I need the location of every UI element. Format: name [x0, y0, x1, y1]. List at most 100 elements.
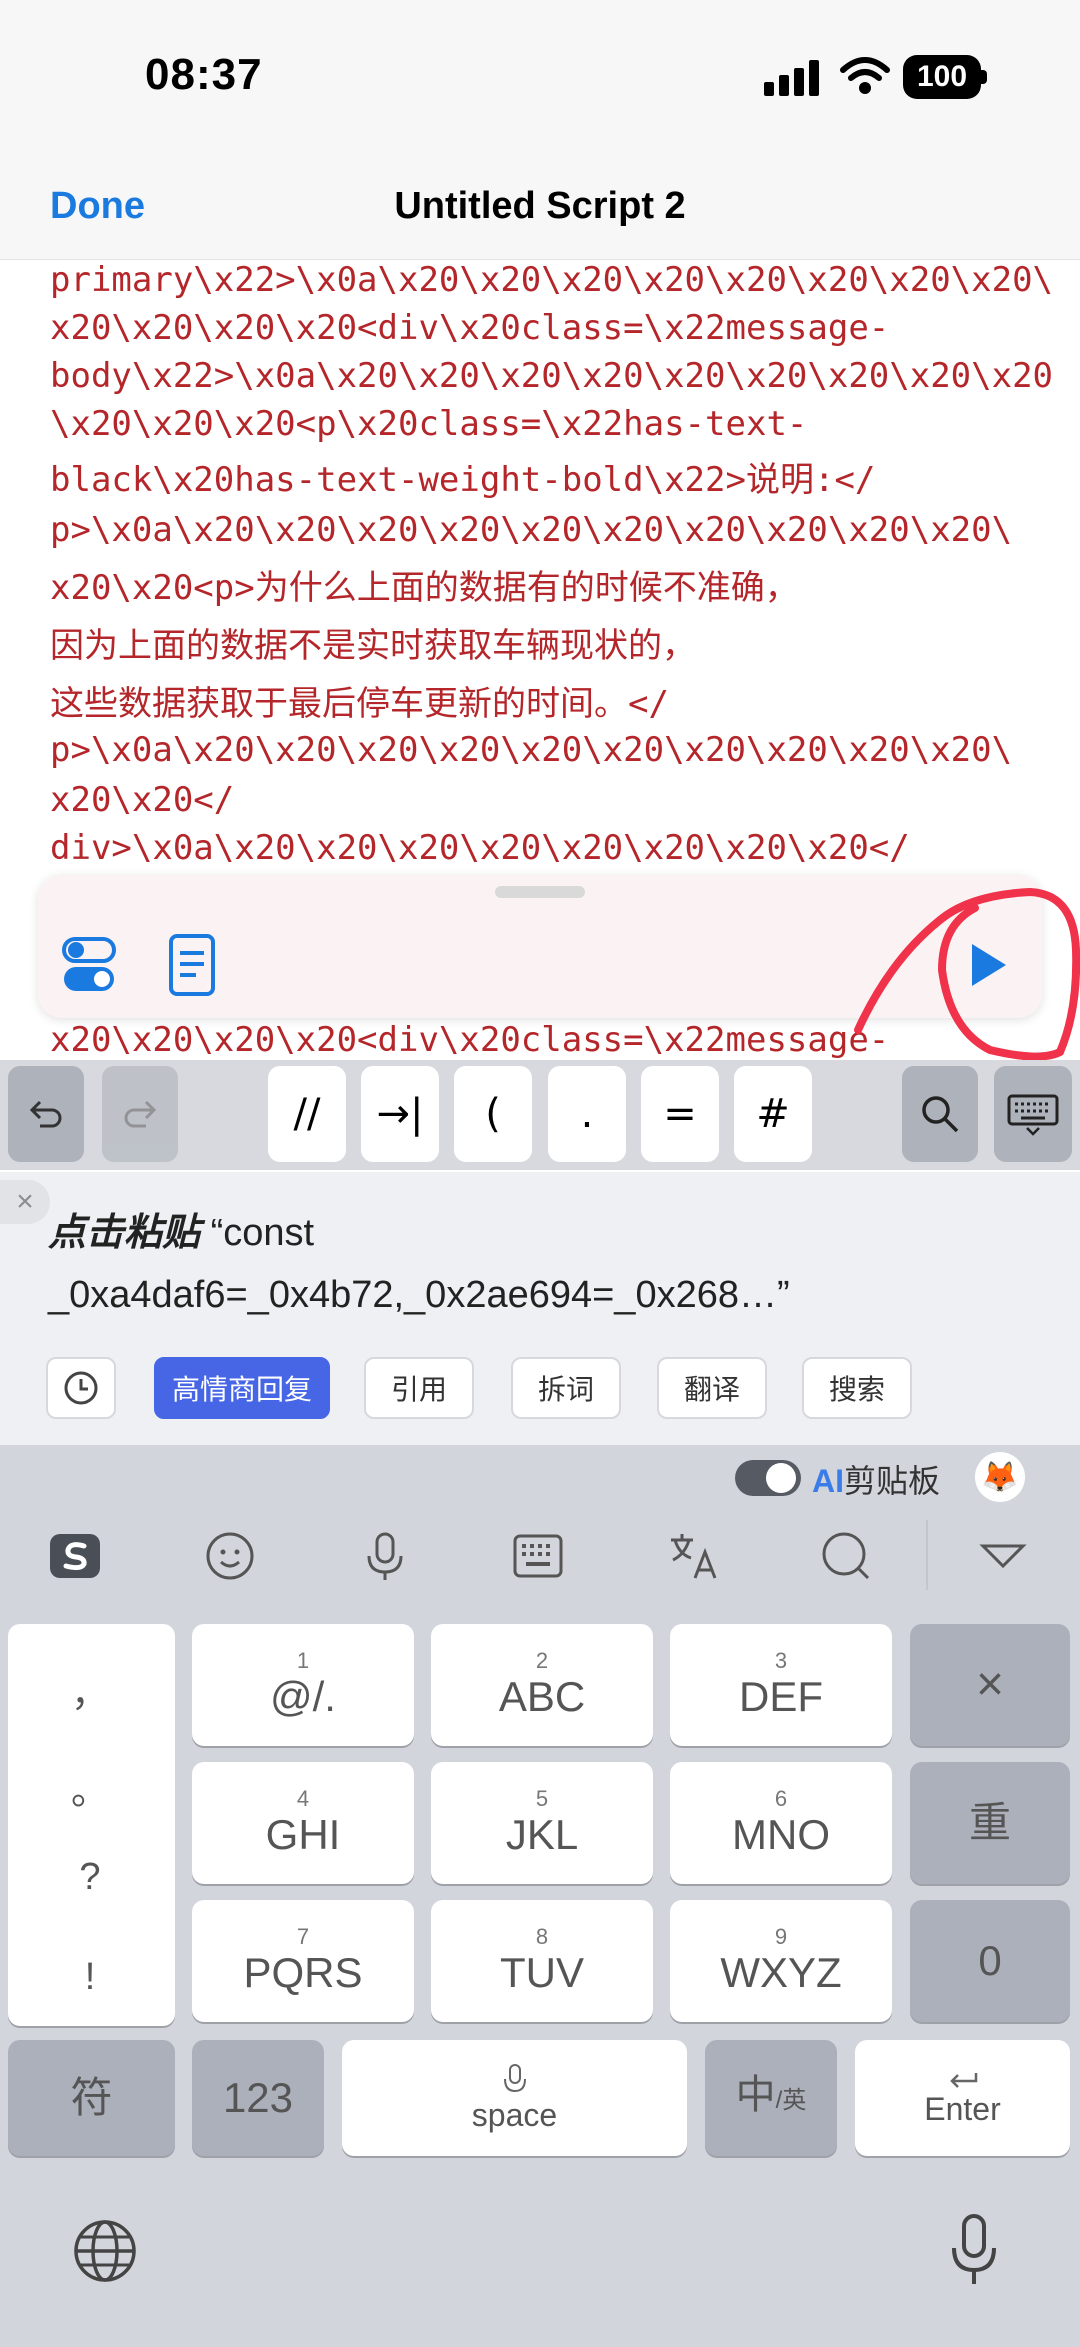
- keyboard-layout-icon[interactable]: [510, 1528, 566, 1584]
- key-number: 5: [535, 1786, 549, 1811]
- key-label: GHI: [265, 1811, 341, 1858]
- hash-key[interactable]: #: [734, 1066, 812, 1162]
- punct-comma[interactable]: ，: [60, 1662, 120, 1717]
- space-key[interactable]: space: [342, 2040, 687, 2156]
- globe-icon[interactable]: [72, 2218, 138, 2284]
- smart-reply-chip[interactable]: 高情商回复: [154, 1357, 330, 1419]
- code-line: black\x20has-text-weight-bold\x22>说明:</: [50, 460, 876, 500]
- code-line: x20\x20\x20\x20<div\x20class=\x22message…: [50, 1020, 890, 1060]
- dismiss-keyboard-button[interactable]: [994, 1066, 1072, 1162]
- voice-icon[interactable]: [357, 1528, 413, 1584]
- key-number: 3: [774, 1648, 788, 1673]
- search-icon: [922, 1096, 959, 1133]
- space-key-label: space: [471, 2096, 558, 2133]
- return-icon: [949, 2072, 977, 2088]
- enter-key-label: Enter: [924, 2090, 1001, 2127]
- key-label: WXYZ: [720, 1949, 842, 1996]
- clipboard-close-button[interactable]: ×: [0, 1180, 50, 1224]
- key-number: 9: [774, 1924, 788, 1949]
- search-chip[interactable]: 搜索: [802, 1357, 912, 1419]
- number-mode-key[interactable]: 123: [192, 2040, 324, 2156]
- paren-key[interactable]: (: [454, 1066, 532, 1162]
- enter-key[interactable]: Enter: [855, 2040, 1070, 2156]
- translate-icon[interactable]: [665, 1528, 721, 1584]
- status-time: 08:37: [145, 50, 263, 99]
- lang-sub: /英: [775, 2087, 807, 2114]
- key-4[interactable]: 4 GHI: [192, 1762, 414, 1884]
- redo-key-label: 重: [968, 1799, 1011, 1846]
- mascot-icon[interactable]: 🦊: [975, 1452, 1025, 1502]
- tab-key[interactable]: →|: [361, 1066, 439, 1162]
- redo-input-key[interactable]: 重: [910, 1762, 1070, 1884]
- search-button[interactable]: [902, 1066, 978, 1162]
- history-chip[interactable]: [46, 1357, 116, 1419]
- symbol-key[interactable]: 符: [8, 2040, 175, 2156]
- undo-button[interactable]: [8, 1066, 84, 1162]
- key-label: JKL: [505, 1811, 579, 1858]
- symbol-key-label: 符: [70, 2074, 113, 2121]
- lang-main: 中: [735, 2073, 776, 2117]
- search-keyboard-icon[interactable]: [818, 1528, 874, 1584]
- code-line: x20\x20<p>为什么上面的数据有的时候不准确，: [50, 568, 799, 608]
- code-line: p>\x0a\x20\x20\x20\x20\x20\x20\x20\x20\x…: [50, 510, 1013, 550]
- zero-key[interactable]: 0: [910, 1900, 1070, 2022]
- punct-exclaim[interactable]: !: [60, 1956, 120, 1999]
- page-title: Untitled Script 2: [394, 185, 686, 227]
- key-number: 6: [774, 1786, 788, 1811]
- key-3[interactable]: 3 DEF: [670, 1624, 892, 1746]
- key-number: 4: [296, 1786, 310, 1811]
- key-label: MNO: [732, 1811, 830, 1858]
- code-line: 因为上面的数据不是实时获取车辆现状的，: [50, 626, 696, 666]
- delete-icon: ×: [975, 1658, 1005, 1711]
- done-button[interactable]: Done: [50, 185, 145, 228]
- language-switch-key[interactable]: 中/英: [705, 2040, 837, 2156]
- delete-key[interactable]: ×: [910, 1624, 1070, 1746]
- code-line: \x20\x20\x20<p\x20class=\x22has-text-: [50, 404, 808, 444]
- redo-button[interactable]: [102, 1066, 178, 1162]
- toggle-settings-icon[interactable]: [62, 935, 118, 995]
- annotation-circle: [854, 887, 1080, 1061]
- dictation-mic-icon[interactable]: [950, 2212, 998, 2288]
- paste-label: 点击粘贴: [48, 1212, 201, 1254]
- key-label: @/.: [270, 1673, 336, 1720]
- key-9[interactable]: 9 WXYZ: [670, 1900, 892, 2022]
- collapse-keyboard-icon[interactable]: [975, 1528, 1031, 1584]
- punct-period[interactable]: 。: [60, 1760, 120, 1815]
- keyboard-icon: [1007, 1094, 1059, 1136]
- key-1[interactable]: 1 @/.: [192, 1624, 414, 1746]
- code-line: x20\x20</: [50, 780, 235, 820]
- clipboard-paste-prompt[interactable]: 点击粘贴 “const _0xa4daf6=_0x4b72,_0x2ae694=…: [48, 1202, 1048, 1326]
- punct-question[interactable]: ?: [60, 1856, 120, 1899]
- battery-indicator: 100: [903, 55, 981, 99]
- key-label: TUV: [500, 1949, 584, 1996]
- key-number: 2: [535, 1648, 549, 1673]
- document-icon[interactable]: [168, 933, 216, 997]
- language-main-label: 中/英: [736, 2073, 807, 2123]
- code-line: x20\x20\x20\x20<div\x20class=\x22message…: [50, 308, 890, 348]
- key-5[interactable]: 5 JKL: [431, 1762, 653, 1884]
- toggle-knob: [766, 1463, 796, 1493]
- dot-key[interactable]: .: [548, 1066, 626, 1162]
- cellular-signal-icon: [764, 60, 819, 96]
- clock-icon: [64, 1371, 98, 1405]
- split-words-chip[interactable]: 拆词: [511, 1357, 621, 1419]
- translate-chip[interactable]: 翻译: [657, 1357, 767, 1419]
- key-label: DEF: [739, 1673, 823, 1720]
- ai-label-text: 剪贴板: [844, 1463, 941, 1499]
- quote-chip[interactable]: 引用: [364, 1357, 474, 1419]
- ai-label-prefix: AI: [812, 1463, 844, 1499]
- emoji-icon[interactable]: [202, 1528, 258, 1584]
- key-7[interactable]: 7 PQRS: [192, 1900, 414, 2022]
- panel-grabber[interactable]: [495, 886, 585, 898]
- key-number: 7: [296, 1924, 310, 1949]
- equals-key[interactable]: =: [641, 1066, 719, 1162]
- code-editor[interactable]: primary\x22>\x0a\x20\x20\x20\x20\x20\x20…: [0, 260, 1080, 880]
- zero-key-label: 0: [978, 1937, 1002, 1984]
- number-mode-label: 123: [222, 2074, 294, 2121]
- comment-key[interactable]: //: [268, 1066, 346, 1162]
- redo-icon: [124, 1100, 157, 1128]
- key-6[interactable]: 6 MNO: [670, 1762, 892, 1884]
- sogou-logo-icon[interactable]: [48, 1528, 104, 1584]
- key-8[interactable]: 8 TUV: [431, 1900, 653, 2022]
- key-2[interactable]: 2 ABC: [431, 1624, 653, 1746]
